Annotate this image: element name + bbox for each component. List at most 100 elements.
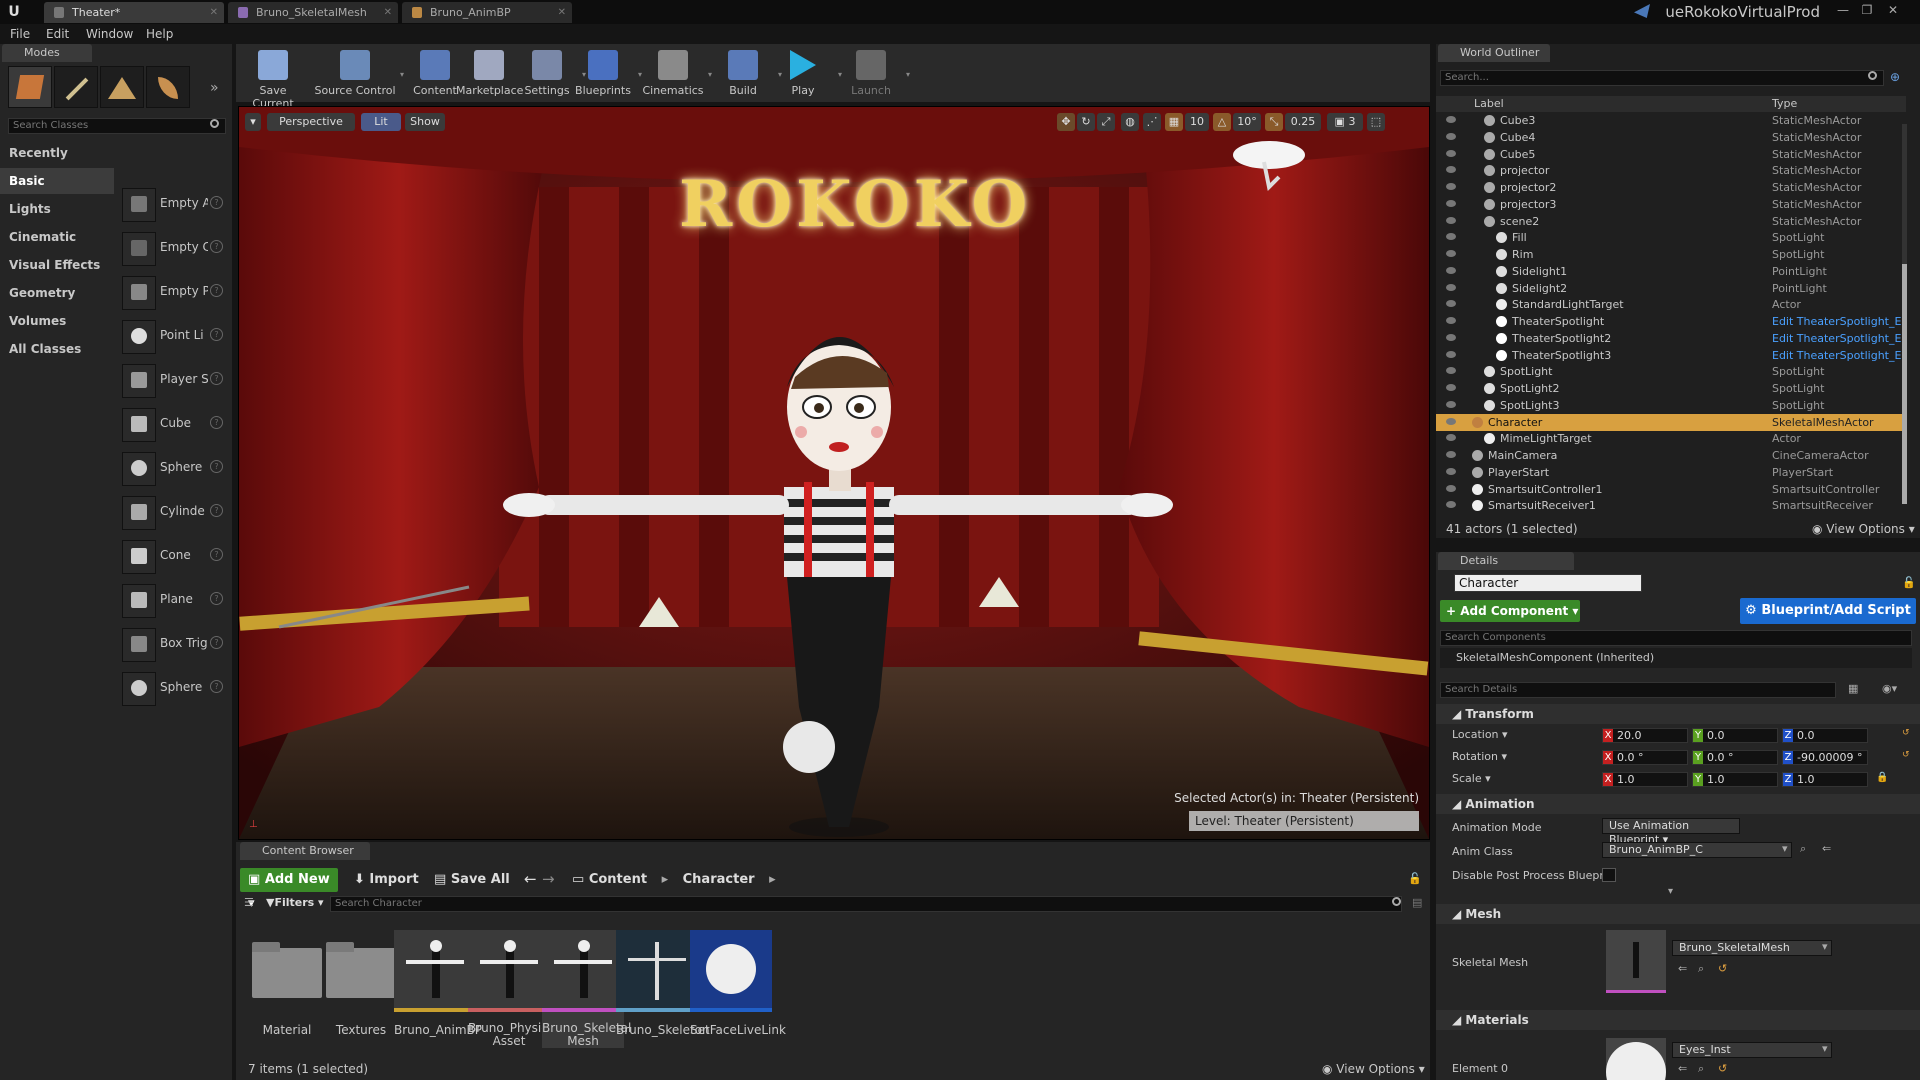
close-icon[interactable]: ✕ — [558, 2, 566, 23]
outliner-scrollbar[interactable] — [1902, 124, 1907, 504]
component-list-item[interactable]: SkeletalMeshComponent (Inherited) — [1440, 648, 1912, 668]
outliner-row[interactable]: TheaterSpotlight3 Edit TheaterSpotlight_E — [1436, 347, 1906, 364]
toolbar-play-button[interactable]: Play ▾ — [770, 48, 842, 100]
place-item[interactable]: Empty C? — [120, 228, 228, 268]
perspective-button[interactable]: Perspective — [267, 113, 355, 131]
surface-snap-icon[interactable]: ⋰ — [1143, 113, 1161, 131]
visibility-eye-icon[interactable] — [1446, 367, 1456, 375]
menu-window[interactable]: Window — [86, 24, 133, 44]
place-item[interactable]: Point Li? — [120, 316, 228, 356]
breadcrumb-separator-icon[interactable]: ▸ — [662, 872, 669, 887]
rotation-y-field[interactable]: Y 0.0 ° — [1692, 750, 1778, 765]
visibility-eye-icon[interactable] — [1446, 250, 1456, 257]
visibility-eye-icon[interactable] — [1446, 317, 1456, 324]
browse-icon[interactable]: ⌕ — [1698, 962, 1704, 976]
visibility-eye-icon[interactable] — [1446, 300, 1456, 308]
close-icon[interactable]: ✕ — [384, 2, 392, 23]
visibility-eye-icon[interactable] — [1446, 116, 1456, 123]
place-item[interactable]: Sphere? — [120, 668, 228, 708]
place-mode-button[interactable] — [8, 66, 52, 108]
scale-x-field[interactable]: X 1.0 — [1602, 772, 1688, 787]
paint-mode-button[interactable] — [54, 66, 98, 108]
reset-rotation-icon[interactable]: ↺ — [1902, 750, 1910, 760]
asset-tile[interactable]: Bruno_AnimBP — [394, 930, 482, 1037]
scale-snap-value[interactable]: 0.25 — [1285, 113, 1321, 131]
breadcrumb-content[interactable]: Content — [589, 872, 647, 887]
category-all-classes[interactable]: All Classes — [0, 336, 114, 362]
grid-snap-value[interactable]: 10 — [1185, 113, 1209, 131]
skeletal-mesh-thumbnail[interactable] — [1606, 930, 1666, 993]
outliner-row[interactable]: projector3 StaticMeshActor — [1436, 196, 1906, 213]
outliner-row[interactable]: PlayerStart PlayerStart — [1436, 464, 1906, 481]
location-label[interactable]: Location ▾ — [1452, 728, 1508, 741]
grid-snap-icon[interactable]: ▦ — [1165, 113, 1183, 131]
category-recently-placed[interactable]: Recently Placed — [0, 140, 114, 186]
outliner-row[interactable]: SpotLight3 SpotLight — [1436, 397, 1906, 414]
blueprint-add-script-button[interactable]: ⚙ Blueprint/Add Script — [1740, 598, 1916, 624]
visibility-eye-icon[interactable] — [1446, 149, 1456, 157]
menu-edit[interactable]: Edit — [46, 24, 69, 44]
reset-icon[interactable]: ↺ — [1718, 962, 1727, 975]
more-modes-icon[interactable]: » — [210, 80, 219, 96]
toolbar-blueprints-button[interactable]: Blueprints ▾ — [570, 48, 642, 100]
outliner-row[interactable]: Character SkeletalMeshActor — [1436, 413, 1906, 431]
chevron-down-icon[interactable]: ▾ — [1822, 1042, 1828, 1055]
close-window-icon[interactable]: ✕ — [1884, 2, 1902, 18]
content-browser-tab[interactable]: Content Browser — [240, 842, 370, 860]
save-search-icon[interactable]: ▤ — [1412, 896, 1422, 909]
category-lights[interactable]: Lights — [0, 196, 114, 222]
outliner-row-type[interactable]: Edit TheaterSpotlight_E — [1772, 349, 1901, 362]
disable-post-process-checkbox[interactable] — [1602, 868, 1616, 882]
outliner-view-options[interactable]: ◉ View Options ▾ — [1812, 522, 1915, 536]
visibility-eye-icon[interactable] — [1446, 199, 1456, 207]
category-basic[interactable]: Basic — [0, 168, 114, 194]
content-view-options[interactable]: ◉ View Options ▾ — [1322, 1062, 1425, 1076]
chevron-down-icon[interactable]: ▾ — [906, 70, 910, 79]
help-icon[interactable]: ? — [210, 636, 223, 649]
asset-tile[interactable]: Material — [246, 930, 328, 1037]
maximize-icon[interactable]: ❐ — [1858, 2, 1876, 18]
help-icon[interactable]: ? — [210, 592, 223, 605]
outliner-row[interactable]: Sidelight2 PointLight — [1436, 280, 1906, 297]
viewport-options-button[interactable]: ▾ — [245, 113, 261, 131]
help-icon[interactable]: ? — [210, 460, 223, 473]
level-viewport[interactable]: ⊥ ROKOKO ▾ Perspective Lit Show ✥ ↻ ⤢ ◍ … — [238, 106, 1430, 840]
visibility-eye-icon[interactable] — [1446, 400, 1456, 408]
outliner-row[interactable]: TheaterSpotlight Edit TheaterSpotlight_E — [1436, 313, 1906, 330]
place-item[interactable]: Empty A? — [120, 184, 228, 224]
outliner-row[interactable]: SmartsuitController1 SmartsuitController — [1436, 481, 1906, 498]
help-icon[interactable]: ? — [210, 548, 223, 561]
unreal-logo-icon[interactable]: U — [4, 2, 24, 22]
menu-file[interactable]: File — [10, 24, 30, 44]
world-outliner-tab[interactable]: World Outliner — [1438, 44, 1550, 62]
place-item[interactable]: Plane? — [120, 580, 228, 620]
browse-icon[interactable]: ⌕ — [1800, 842, 1806, 856]
add-component-button[interactable]: + Add Component ▾ — [1440, 600, 1580, 622]
breadcrumb-separator-icon[interactable]: ▸ — [769, 872, 776, 887]
lock-scale-icon[interactable]: 🔒 — [1876, 772, 1888, 783]
translate-icon[interactable]: ✥ — [1057, 113, 1075, 131]
landscape-mode-button[interactable] — [100, 66, 144, 108]
modes-tab[interactable]: Modes — [2, 44, 92, 62]
transform-section-header[interactable]: ◢ Transform — [1436, 704, 1920, 724]
help-icon[interactable]: ? — [210, 504, 223, 517]
forward-arrow-icon[interactable]: → — [542, 870, 555, 888]
rotation-x-field[interactable]: X 0.0 ° — [1602, 750, 1688, 765]
visibility-eye-icon[interactable] — [1446, 183, 1456, 190]
asset-tile[interactable]: SetFaceLiveLink — [690, 930, 786, 1037]
outliner-row[interactable]: SmartsuitReceiver1 SmartsuitReceiver — [1436, 497, 1906, 514]
scale-icon[interactable]: ⤢ — [1097, 113, 1115, 131]
help-icon[interactable]: ? — [210, 196, 223, 209]
toolbar-save-current-button[interactable]: Save Current — [240, 48, 306, 110]
skeletal-mesh-select[interactable]: Bruno_SkeletalMesh — [1672, 940, 1832, 956]
tab-theater[interactable]: Theater* ✕ — [44, 2, 224, 23]
lock-icon[interactable]: 🔓 — [1408, 872, 1422, 885]
visibility-eye-icon[interactable] — [1446, 467, 1456, 475]
visibility-eye-icon[interactable] — [1446, 451, 1456, 458]
outliner-row[interactable]: Cube4 StaticMeshActor — [1436, 129, 1906, 146]
visibility-eye-icon[interactable] — [1446, 333, 1456, 341]
outliner-row[interactable]: Cube3 StaticMeshActor — [1436, 112, 1906, 129]
use-selected-icon[interactable]: ⇐ — [1678, 1062, 1687, 1075]
toolbar-source-control-button[interactable]: Source Control ▾ — [312, 48, 404, 100]
close-icon[interactable]: ✕ — [210, 2, 218, 23]
